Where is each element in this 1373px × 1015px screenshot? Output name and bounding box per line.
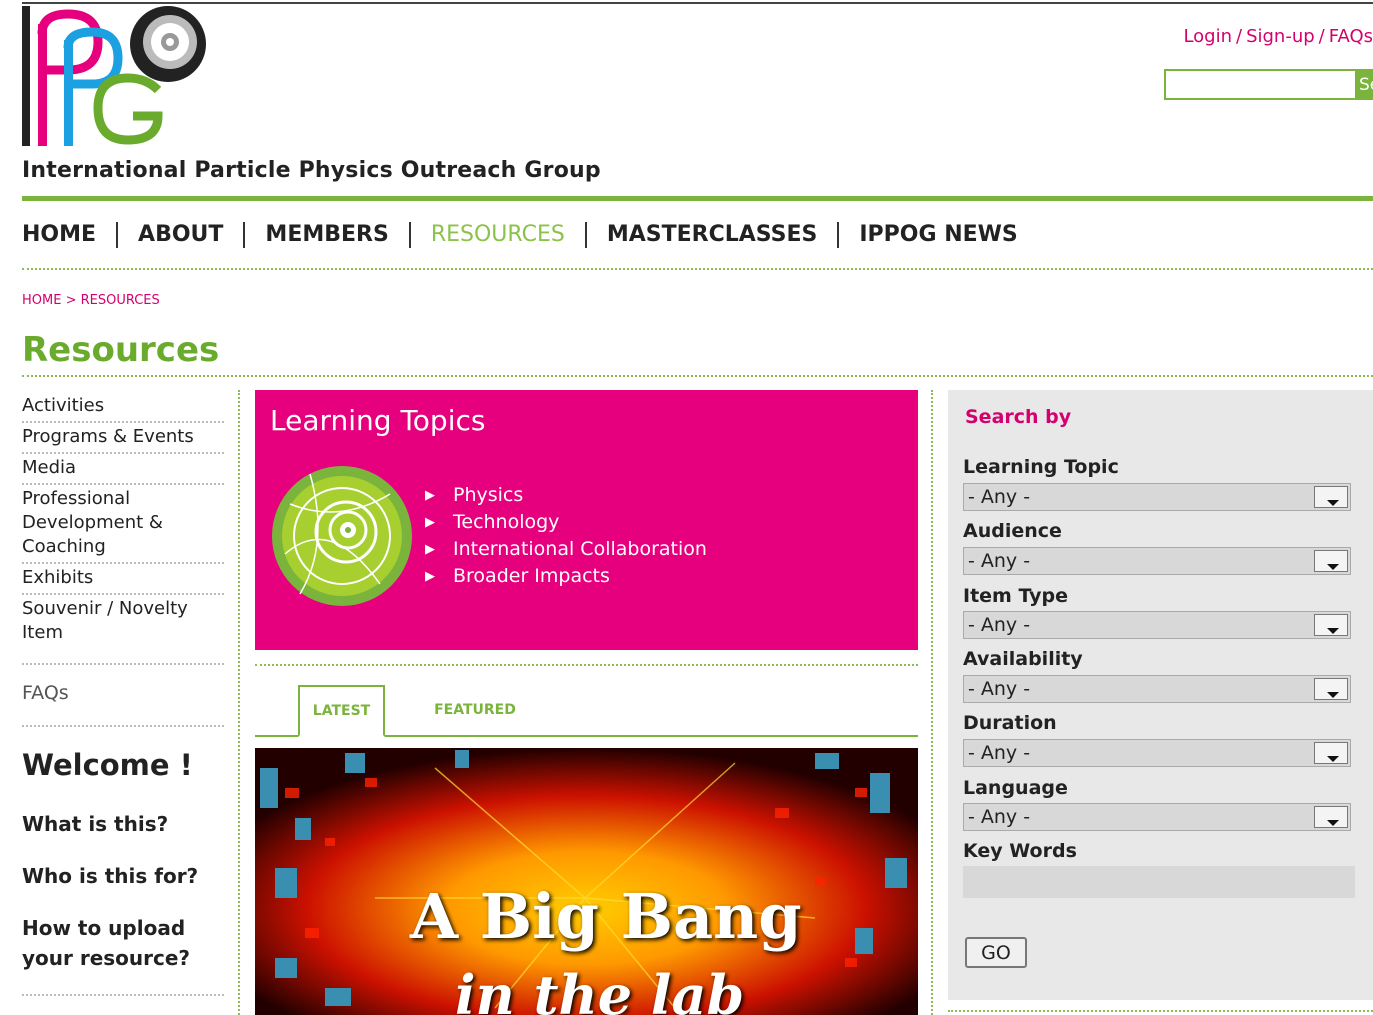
item-type-label: Item Type (963, 585, 1069, 607)
sidebar-divider (22, 725, 224, 727)
link-separator: / (1236, 26, 1243, 47)
column-divider (931, 390, 933, 1015)
language-value: - Any - (968, 806, 1031, 828)
dropdown-arrow-icon[interactable] (1314, 550, 1348, 572)
duration-select[interactable]: - Any - (963, 739, 1351, 767)
key-words-input[interactable] (963, 866, 1355, 898)
key-words-label: Key Words (963, 840, 1077, 862)
search-by-heading: Search by (965, 406, 1072, 428)
panel-divider (948, 1010, 1373, 1012)
banner-subtitle: in the lab (455, 963, 745, 1015)
nav-masterclasses[interactable]: MASTERCLASSES (584, 222, 838, 248)
dropdown-arrow-icon[interactable] (1314, 486, 1348, 508)
header-divider (22, 196, 1373, 201)
what-is-this-link[interactable]: What is this? (22, 809, 168, 839)
learning-topics-box: Learning Topics Physics Technology Inter… (255, 390, 918, 650)
nav-resources[interactable]: RESOURCES (408, 222, 585, 248)
learning-topics-title: Learning Topics (270, 404, 486, 437)
banner-title: A Big Bang (410, 880, 802, 953)
sidebar-item-professional-development[interactable]: Professional Development & Coaching (22, 485, 224, 564)
nav-home[interactable]: HOME (22, 222, 116, 248)
nav-members[interactable]: MEMBERS (243, 222, 408, 248)
audience-label: Audience (963, 520, 1062, 542)
detector-event-icon (272, 466, 412, 606)
search-input[interactable] (1166, 71, 1355, 98)
sidebar-item-programs-events[interactable]: Programs & Events (22, 423, 224, 454)
search-box: Search (1164, 69, 1373, 100)
link-separator: / (1318, 26, 1325, 47)
topic-broader-impacts[interactable]: Broader Impacts (425, 563, 707, 590)
language-label: Language (963, 777, 1068, 799)
welcome-heading: Welcome ! (22, 748, 193, 782)
dropdown-arrow-icon[interactable] (1314, 678, 1348, 700)
who-is-this-for-link[interactable]: Who is this for? (22, 861, 198, 891)
duration-label: Duration (963, 712, 1057, 734)
learning-topics-list: Physics Technology International Collabo… (425, 482, 707, 590)
page-title: Resources (22, 330, 220, 370)
tab-featured[interactable]: FEATURED (425, 685, 525, 735)
availability-value: - Any - (968, 678, 1031, 700)
content-divider (255, 664, 918, 666)
org-name: International Particle Physics Outreach … (22, 158, 601, 183)
item-type-value: - Any - (968, 614, 1031, 636)
top-border (22, 2, 1373, 4)
topic-technology[interactable]: Technology (425, 509, 707, 536)
sidebar-item-souvenir[interactable]: Souvenir / Novelty Item (22, 595, 224, 648)
resource-categories: Activities Programs & Events Media Profe… (22, 392, 224, 648)
signup-link[interactable]: Sign-up (1246, 26, 1315, 47)
dropdown-arrow-icon[interactable] (1314, 614, 1348, 636)
learning-topic-label: Learning Topic (963, 456, 1119, 478)
duration-value: - Any - (968, 742, 1031, 764)
tab-latest[interactable]: LATEST (298, 685, 385, 737)
sidebar-item-exhibits[interactable]: Exhibits (22, 564, 224, 595)
learning-topic-value: - Any - (968, 486, 1031, 508)
column-divider (238, 390, 240, 1015)
content-tabs: LATEST FEATURED (255, 685, 918, 737)
sidebar-faqs-link[interactable]: FAQs (22, 682, 69, 704)
dropdown-arrow-icon[interactable] (1314, 806, 1348, 828)
sidebar-divider (22, 994, 224, 996)
ippog-logo[interactable] (18, 4, 218, 154)
how-to-upload-link[interactable]: How to upload your resource? (22, 913, 222, 973)
audience-value: - Any - (968, 550, 1031, 572)
nav-ippog-news[interactable]: IPPOG NEWS (837, 222, 1037, 248)
main-nav: HOME ABOUT MEMBERS RESOURCES MASTERCLASS… (22, 222, 1038, 248)
sidebar-item-activities[interactable]: Activities (22, 392, 224, 423)
topic-physics[interactable]: Physics (425, 482, 707, 509)
login-link[interactable]: Login (1183, 26, 1232, 47)
item-type-select[interactable]: - Any - (963, 611, 1351, 639)
breadcrumb[interactable]: HOME > RESOURCES (22, 293, 160, 308)
availability-select[interactable]: - Any - (963, 675, 1351, 703)
sidebar-item-media[interactable]: Media (22, 454, 224, 485)
search-button[interactable]: Search (1355, 71, 1373, 98)
title-divider (22, 375, 1373, 377)
sidebar-divider (22, 663, 224, 665)
audience-select[interactable]: - Any - (963, 547, 1351, 575)
nav-divider (22, 268, 1373, 270)
featured-banner[interactable]: A Big Bang in the lab (255, 748, 918, 1015)
language-select[interactable]: - Any - (963, 803, 1351, 831)
topic-international-collaboration[interactable]: International Collaboration (425, 536, 707, 563)
top-links: Login / Sign-up / FAQs (1183, 26, 1373, 47)
nav-about[interactable]: ABOUT (116, 222, 243, 248)
faqs-link[interactable]: FAQs (1329, 26, 1373, 47)
dropdown-arrow-icon[interactable] (1314, 742, 1348, 764)
go-button[interactable]: GO (965, 937, 1027, 968)
learning-topic-select[interactable]: - Any - (963, 483, 1351, 511)
search-panel: Search by Learning Topic - Any - Audienc… (948, 390, 1373, 1000)
availability-label: Availability (963, 648, 1083, 670)
